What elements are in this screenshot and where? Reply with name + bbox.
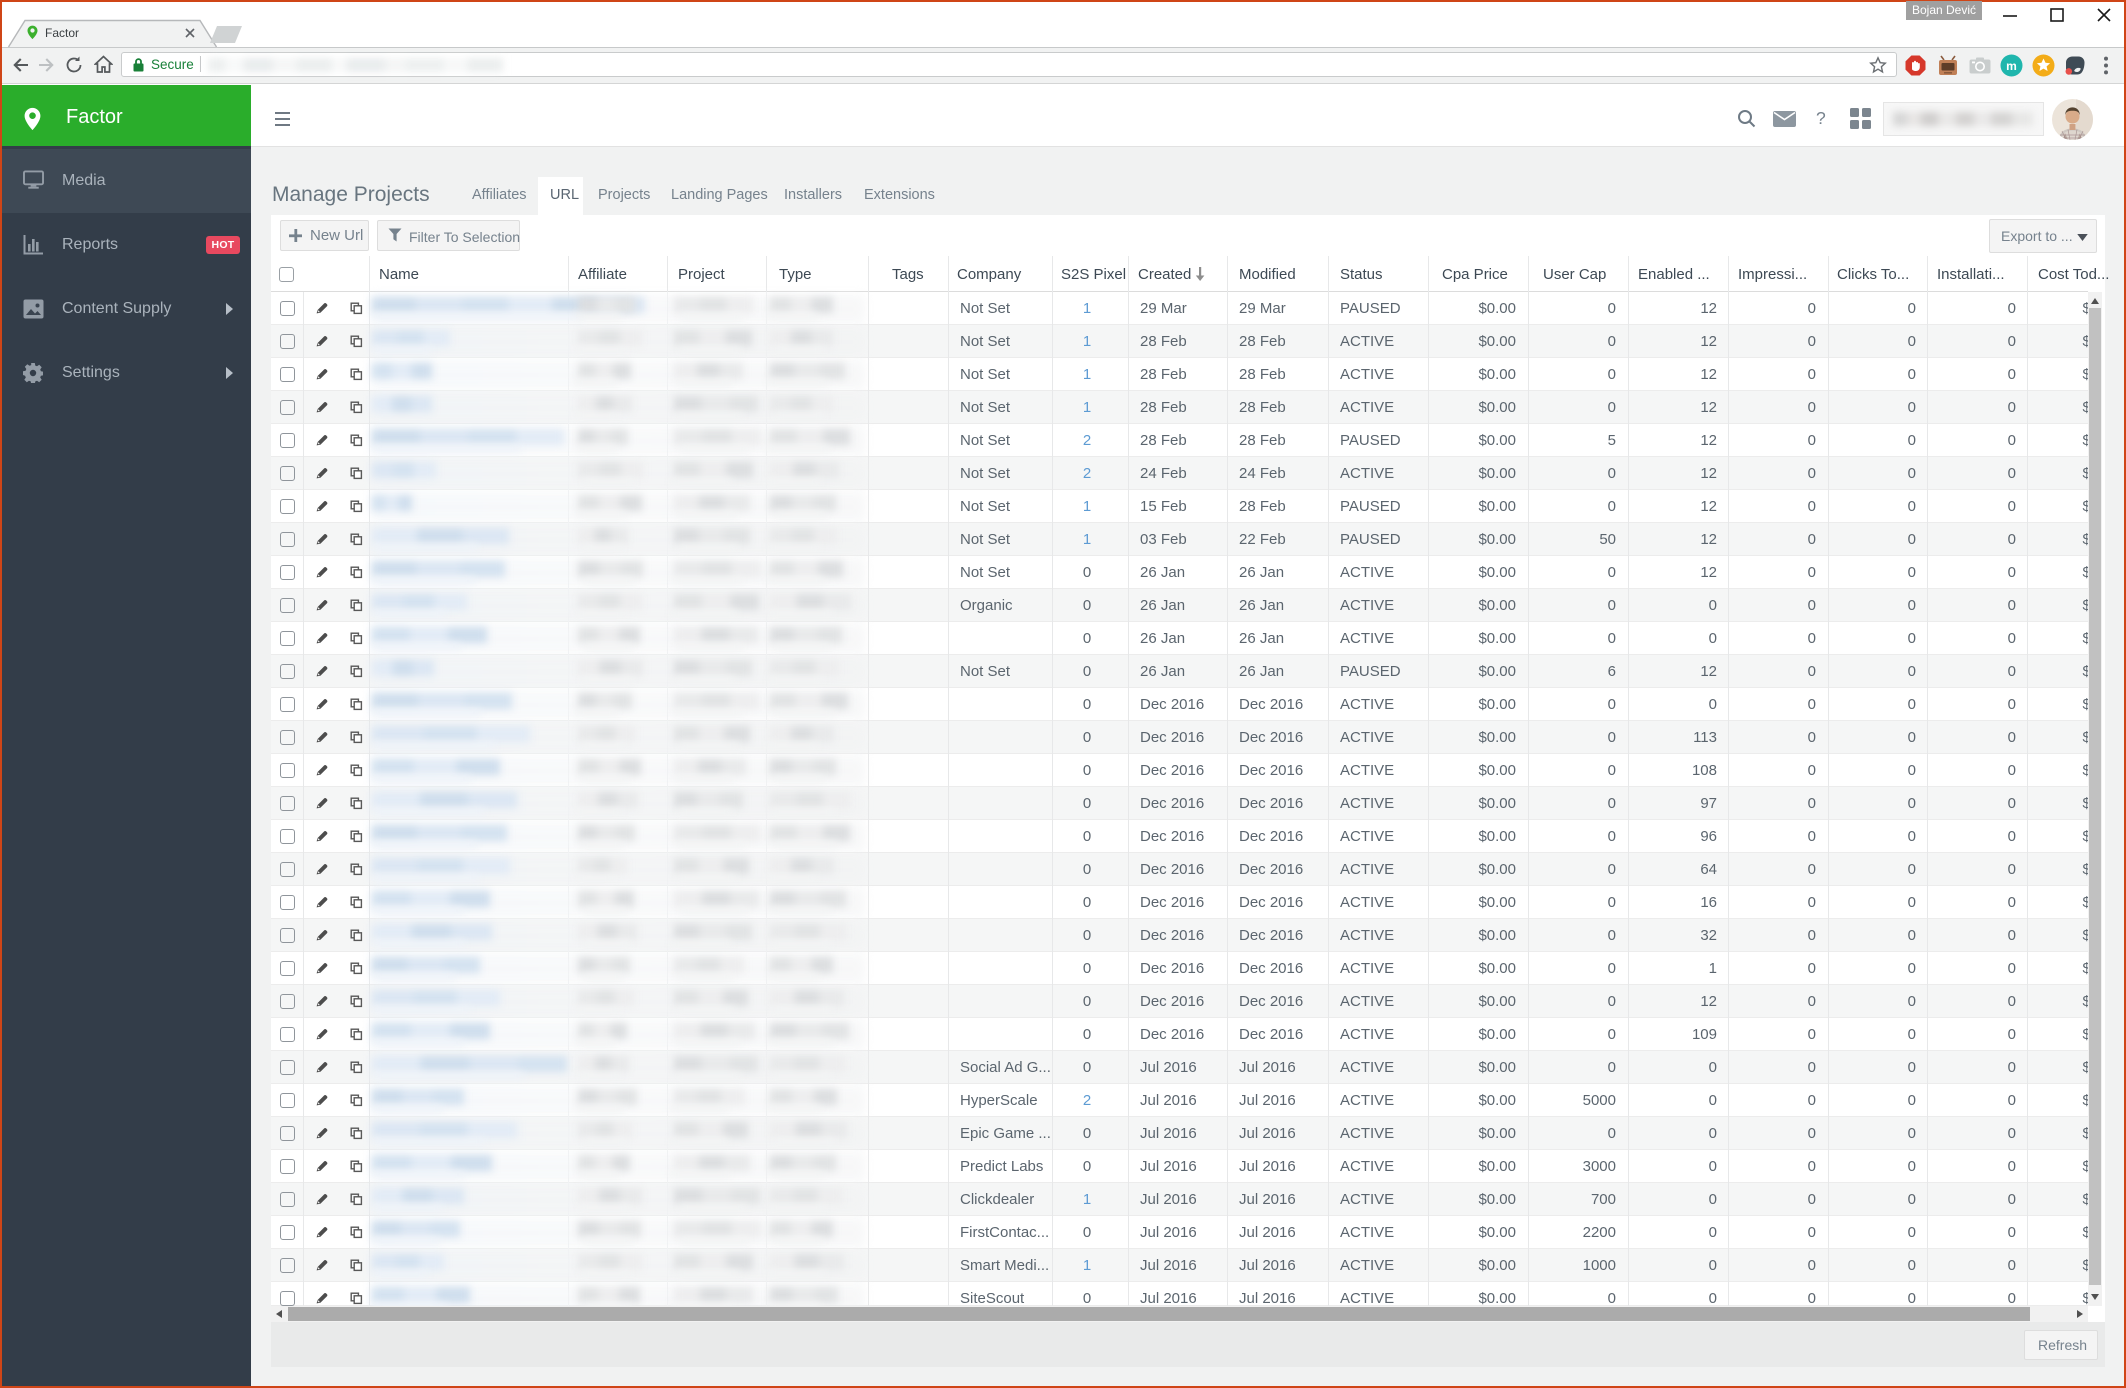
svg-text:m: m: [2006, 59, 2017, 73]
